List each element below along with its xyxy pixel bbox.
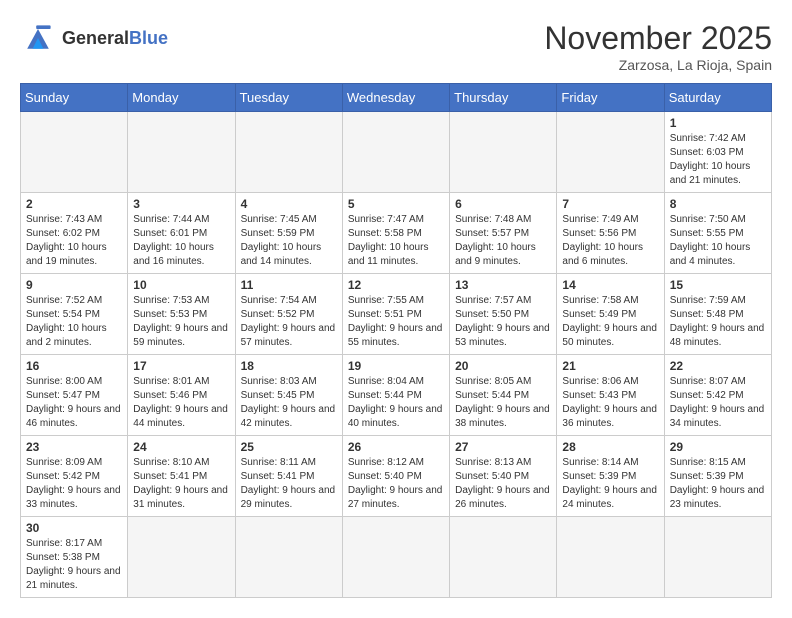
day-9: 9 Sunrise: 7:52 AMSunset: 5:54 PMDayligh…: [21, 274, 128, 355]
day-29: 29 Sunrise: 8:15 AMSunset: 5:39 PMDaylig…: [664, 436, 771, 517]
header-tuesday: Tuesday: [235, 84, 342, 112]
calendar-row-3: 9 Sunrise: 7:52 AMSunset: 5:54 PMDayligh…: [21, 274, 772, 355]
weekday-header-row: Sunday Monday Tuesday Wednesday Thursday…: [21, 84, 772, 112]
header-monday: Monday: [128, 84, 235, 112]
day-14: 14 Sunrise: 7:58 AMSunset: 5:49 PMDaylig…: [557, 274, 664, 355]
day-4: 4 Sunrise: 7:45 AMSunset: 5:59 PMDayligh…: [235, 193, 342, 274]
calendar-table: Sunday Monday Tuesday Wednesday Thursday…: [20, 83, 772, 598]
empty-cell: [557, 517, 664, 598]
header-sunday: Sunday: [21, 84, 128, 112]
day-23: 23 Sunrise: 8:09 AMSunset: 5:42 PMDaylig…: [21, 436, 128, 517]
day-21: 21 Sunrise: 8:06 AMSunset: 5:43 PMDaylig…: [557, 355, 664, 436]
header-friday: Friday: [557, 84, 664, 112]
header-saturday: Saturday: [664, 84, 771, 112]
day-22: 22 Sunrise: 8:07 AMSunset: 5:42 PMDaylig…: [664, 355, 771, 436]
generalblue-logo-icon: [20, 20, 56, 56]
title-block: November 2025 Zarzosa, La Rioja, Spain: [544, 20, 772, 73]
calendar-row-2: 2 Sunrise: 7:43 AMSunset: 6:02 PMDayligh…: [21, 193, 772, 274]
header-wednesday: Wednesday: [342, 84, 449, 112]
header-thursday: Thursday: [450, 84, 557, 112]
day-11: 11 Sunrise: 7:54 AMSunset: 5:52 PMDaylig…: [235, 274, 342, 355]
day-6: 6 Sunrise: 7:48 AMSunset: 5:57 PMDayligh…: [450, 193, 557, 274]
empty-cell: [450, 112, 557, 193]
month-title: November 2025: [544, 20, 772, 57]
day-25: 25 Sunrise: 8:11 AMSunset: 5:41 PMDaylig…: [235, 436, 342, 517]
day-10: 10 Sunrise: 7:53 AMSunset: 5:53 PMDaylig…: [128, 274, 235, 355]
empty-cell: [557, 112, 664, 193]
empty-cell: [342, 112, 449, 193]
location: Zarzosa, La Rioja, Spain: [544, 57, 772, 73]
logo: GeneralBlue: [20, 20, 168, 56]
page-header: GeneralBlue November 2025 Zarzosa, La Ri…: [20, 20, 772, 73]
calendar-row-4: 16 Sunrise: 8:00 AMSunset: 5:47 PMDaylig…: [21, 355, 772, 436]
day-12: 12 Sunrise: 7:55 AMSunset: 5:51 PMDaylig…: [342, 274, 449, 355]
empty-cell: [128, 112, 235, 193]
day-27: 27 Sunrise: 8:13 AMSunset: 5:40 PMDaylig…: [450, 436, 557, 517]
day-7: 7 Sunrise: 7:49 AMSunset: 5:56 PMDayligh…: [557, 193, 664, 274]
empty-cell: [128, 517, 235, 598]
calendar-row-6: 30 Sunrise: 8:17 AMSunset: 5:38 PMDaylig…: [21, 517, 772, 598]
day-20: 20 Sunrise: 8:05 AMSunset: 5:44 PMDaylig…: [450, 355, 557, 436]
logo-text: GeneralBlue: [62, 28, 168, 49]
day-3: 3 Sunrise: 7:44 AMSunset: 6:01 PMDayligh…: [128, 193, 235, 274]
empty-cell: [664, 517, 771, 598]
day-26: 26 Sunrise: 8:12 AMSunset: 5:40 PMDaylig…: [342, 436, 449, 517]
day-30: 30 Sunrise: 8:17 AMSunset: 5:38 PMDaylig…: [21, 517, 128, 598]
empty-cell: [450, 517, 557, 598]
day-19: 19 Sunrise: 8:04 AMSunset: 5:44 PMDaylig…: [342, 355, 449, 436]
calendar-row-1: 1 Sunrise: 7:42 AMSunset: 6:03 PMDayligh…: [21, 112, 772, 193]
day-24: 24 Sunrise: 8:10 AMSunset: 5:41 PMDaylig…: [128, 436, 235, 517]
day-1: 1 Sunrise: 7:42 AMSunset: 6:03 PMDayligh…: [664, 112, 771, 193]
calendar-row-5: 23 Sunrise: 8:09 AMSunset: 5:42 PMDaylig…: [21, 436, 772, 517]
day-18: 18 Sunrise: 8:03 AMSunset: 5:45 PMDaylig…: [235, 355, 342, 436]
day-28: 28 Sunrise: 8:14 AMSunset: 5:39 PMDaylig…: [557, 436, 664, 517]
day-15: 15 Sunrise: 7:59 AMSunset: 5:48 PMDaylig…: [664, 274, 771, 355]
empty-cell: [235, 112, 342, 193]
day-13: 13 Sunrise: 7:57 AMSunset: 5:50 PMDaylig…: [450, 274, 557, 355]
empty-cell: [235, 517, 342, 598]
day-5: 5 Sunrise: 7:47 AMSunset: 5:58 PMDayligh…: [342, 193, 449, 274]
day-17: 17 Sunrise: 8:01 AMSunset: 5:46 PMDaylig…: [128, 355, 235, 436]
day-8: 8 Sunrise: 7:50 AMSunset: 5:55 PMDayligh…: [664, 193, 771, 274]
day-2: 2 Sunrise: 7:43 AMSunset: 6:02 PMDayligh…: [21, 193, 128, 274]
day-16: 16 Sunrise: 8:00 AMSunset: 5:47 PMDaylig…: [21, 355, 128, 436]
empty-cell: [342, 517, 449, 598]
empty-cell: [21, 112, 128, 193]
